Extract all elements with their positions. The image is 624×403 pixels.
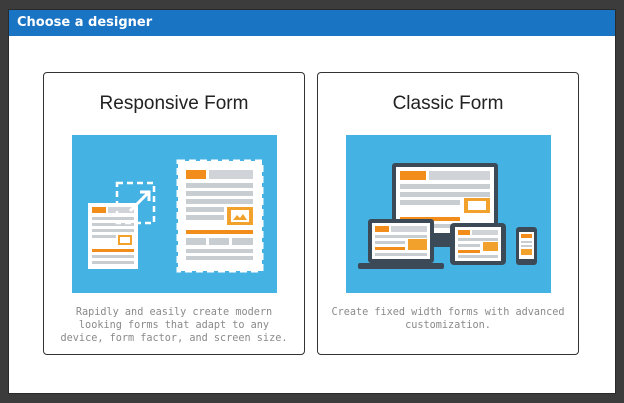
classic-form-description: Create fixed width forms with advanced c… [331, 307, 565, 331]
responsive-form-title: Responsive Form [99, 93, 249, 114]
classic-form-title: Classic Form [392, 93, 504, 114]
classic-form-option[interactable]: Classic Form Create fixed width forms wi… [317, 72, 579, 355]
choose-designer-dialog: Choose a designer Responsive Form Rapidl… [9, 10, 615, 393]
responsive-form-option[interactable]: Responsive Form Rapidly and easily creat… [43, 72, 305, 355]
dialog-title: Choose a designer [9, 10, 615, 36]
responsive-layout-illustration [72, 135, 277, 293]
multi-device-illustration [346, 135, 551, 293]
responsive-form-description: Rapidly and easily create modern looking… [60, 307, 288, 344]
